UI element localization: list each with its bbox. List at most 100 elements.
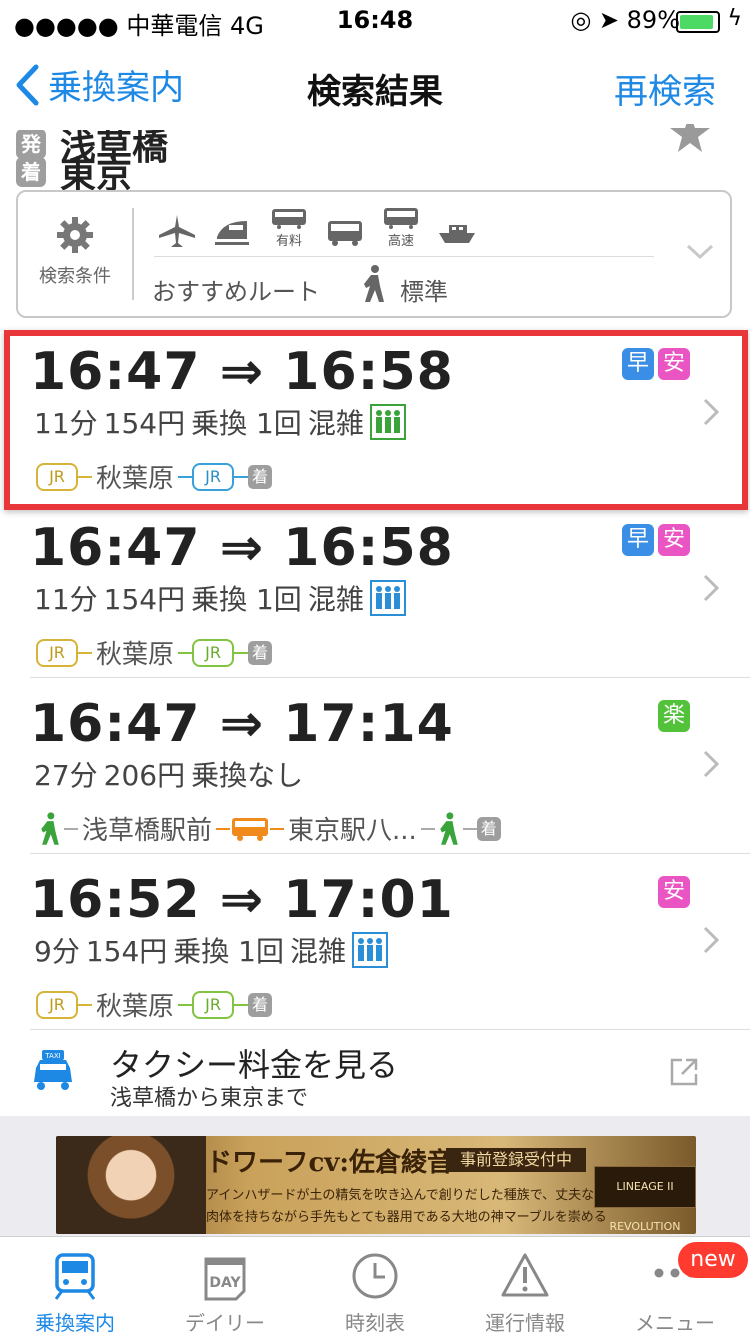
ad-logo: LINEAGE II REVOLUTION xyxy=(594,1166,696,1233)
cheap-badge: 安 xyxy=(658,876,690,908)
arrival-tag: 着 xyxy=(476,816,501,841)
status-bar: ●●●●● 中華電信 4G 16:48 ◎ ➤ 89% ϟ xyxy=(0,0,750,40)
mode-airplane xyxy=(158,213,196,249)
taxi-fare-row[interactable]: TAXI タクシー料金を見る 浅草橋から東京まで xyxy=(0,1030,750,1116)
result-badges: 早 安 xyxy=(622,524,690,556)
ad-description: 肉体を持ちながら手先もとても器用である大地の神マーブルを崇める xyxy=(206,1210,607,1225)
result-row[interactable]: 16:47 ⇒ 17:14 27分 206円 乗換なし 楽 浅草橋駅前 東京駅八..… xyxy=(0,682,750,852)
tab-bar: 乗換案内 DAY デイリー 時刻表 運行情報 メニュー xyxy=(0,1236,750,1335)
walking-icon xyxy=(364,265,384,302)
divider xyxy=(132,208,134,300)
ad-character-image xyxy=(56,1136,206,1234)
jr-line-icon: JR xyxy=(192,638,235,667)
jr-line-icon: JR xyxy=(192,990,235,1019)
svg-text:DAY: DAY xyxy=(209,1275,241,1291)
walking-icon xyxy=(440,811,458,845)
result-row[interactable]: 16:52 ⇒ 17:01 9分 154円 乗換 1回 混雑 安 JR 秋葉原 JR … xyxy=(0,858,750,1028)
jr-line-icon: JR xyxy=(36,638,78,667)
chevron-right-icon xyxy=(702,924,720,964)
airplane-icon xyxy=(159,215,195,247)
selected-highlight xyxy=(4,330,748,510)
svg-text:TAXI: TAXI xyxy=(44,1052,60,1060)
bus-icon xyxy=(328,221,362,246)
transport-modes: 有料 高速 xyxy=(158,206,476,249)
cheap-badge: 安 xyxy=(658,524,690,556)
result-row[interactable]: 16:47 ⇒ 16:58 11分 154円 乗換 1回 混雑 早 安 JR 秋葉原 … xyxy=(0,506,750,676)
jr-line-icon: JR xyxy=(36,990,78,1019)
divider xyxy=(154,256,654,257)
result-time: 16:47 ⇒ 16:58 xyxy=(30,518,454,578)
recommend-route-label: おすすめルート xyxy=(152,278,320,306)
tab-label: デイリー xyxy=(185,1311,265,1335)
tab-label: 時刻表 xyxy=(345,1311,405,1335)
bus-icon xyxy=(232,817,269,841)
highway-bus-icon xyxy=(384,208,418,229)
chevron-down-icon[interactable] xyxy=(686,238,714,266)
gear-icon xyxy=(57,217,93,253)
result-time: 16:47 ⇒ 17:14 xyxy=(30,694,454,754)
mode-shinkansen xyxy=(214,213,252,249)
favorite-star-icon[interactable] xyxy=(670,114,710,154)
tab-service-info[interactable]: 運行情報 xyxy=(450,1237,600,1335)
limited-express-icon xyxy=(272,209,306,229)
conditions-settings[interactable]: 検索条件 xyxy=(18,192,132,316)
ferry-icon xyxy=(439,225,475,243)
ad-description: アインハザードが土の精気を吹き込んで創りだした種族で、丈夫な xyxy=(206,1188,595,1203)
tab-transfer[interactable]: 乗換案内 xyxy=(0,1237,150,1335)
navigation-bar: 乗換案内 検索結果 再検索 xyxy=(0,40,750,128)
result-time: 16:52 ⇒ 17:01 xyxy=(30,870,454,930)
tab-label: 運行情報 xyxy=(485,1311,565,1335)
battery-icon xyxy=(676,11,720,33)
result-info: 27分 206円 乗換なし xyxy=(34,759,304,792)
mode-limited-express: 有料 xyxy=(270,206,308,249)
calendar-day-icon: DAY xyxy=(204,1257,246,1301)
to-tag: 着 xyxy=(16,157,46,187)
result-badges: 楽 xyxy=(658,700,690,732)
result-route: JR 秋葉原 JR 着 xyxy=(36,634,273,671)
taxi-subtitle: 浅草橋から東京まで xyxy=(110,1086,309,1111)
fast-badge: 早 xyxy=(622,524,654,556)
crowd-icon xyxy=(369,580,406,616)
walk-speed-label: 標準 xyxy=(400,278,448,306)
research-button[interactable]: 再検索 xyxy=(614,64,716,113)
bus-stop: 浅草橋駅前 xyxy=(82,816,213,846)
train-icon xyxy=(54,1253,96,1300)
crowd-icon xyxy=(352,932,389,968)
mode-bus xyxy=(326,213,364,249)
tab-daily[interactable]: DAY デイリー xyxy=(150,1237,300,1335)
ad-banner[interactable]: ドワーフcv:佐倉綾音 事前登録受付中 アインハザードが土の精気を吹き込んで創り… xyxy=(56,1136,696,1234)
clock-icon xyxy=(352,1253,398,1299)
warning-icon xyxy=(501,1253,549,1297)
mode-ferry xyxy=(438,213,476,249)
walking-icon xyxy=(41,811,59,845)
divider xyxy=(30,677,750,678)
chevron-right-icon xyxy=(702,572,720,612)
tab-label: メニュー xyxy=(635,1311,715,1335)
shinkansen-icon xyxy=(215,221,249,245)
mode-highway-bus: 高速 xyxy=(382,206,420,249)
external-link-icon xyxy=(670,1058,698,1086)
search-conditions[interactable]: 検索条件 有料 高速 おすすめルート 標準 xyxy=(16,190,732,318)
tab-label: 乗換案内 xyxy=(35,1311,115,1335)
result-route: JR 秋葉原 JR 着 xyxy=(36,986,273,1023)
transfer-station: 秋葉原 xyxy=(96,992,175,1022)
ad-preregister: 事前登録受付中 xyxy=(446,1148,586,1172)
taxi-icon: TAXI xyxy=(34,1050,72,1090)
bus-stop: 東京駅八... xyxy=(288,816,417,846)
status-right: ◎ ➤ 89% xyxy=(570,6,680,34)
divider xyxy=(30,853,750,854)
arrival-tag: 着 xyxy=(248,640,273,665)
arrival-tag: 着 xyxy=(248,992,273,1017)
easy-badge: 楽 xyxy=(658,700,690,732)
result-info: 9分 154円 乗換 1回 混雑 xyxy=(34,930,389,970)
result-info: 11分 154円 乗換 1回 混雑 xyxy=(34,578,406,618)
conditions-label: 検索条件 xyxy=(39,266,111,287)
new-badge: new xyxy=(678,1242,748,1278)
charging-icon: ϟ xyxy=(727,6,742,31)
result-route: 浅草橋駅前 東京駅八... 着 xyxy=(36,810,501,847)
tab-timetable[interactable]: 時刻表 xyxy=(300,1237,450,1335)
ad-headline: ドワーフcv:佐倉綾音 xyxy=(206,1148,453,1178)
chevron-right-icon xyxy=(702,748,720,788)
transfer-station: 秋葉原 xyxy=(96,640,175,670)
result-badges: 安 xyxy=(658,876,690,908)
